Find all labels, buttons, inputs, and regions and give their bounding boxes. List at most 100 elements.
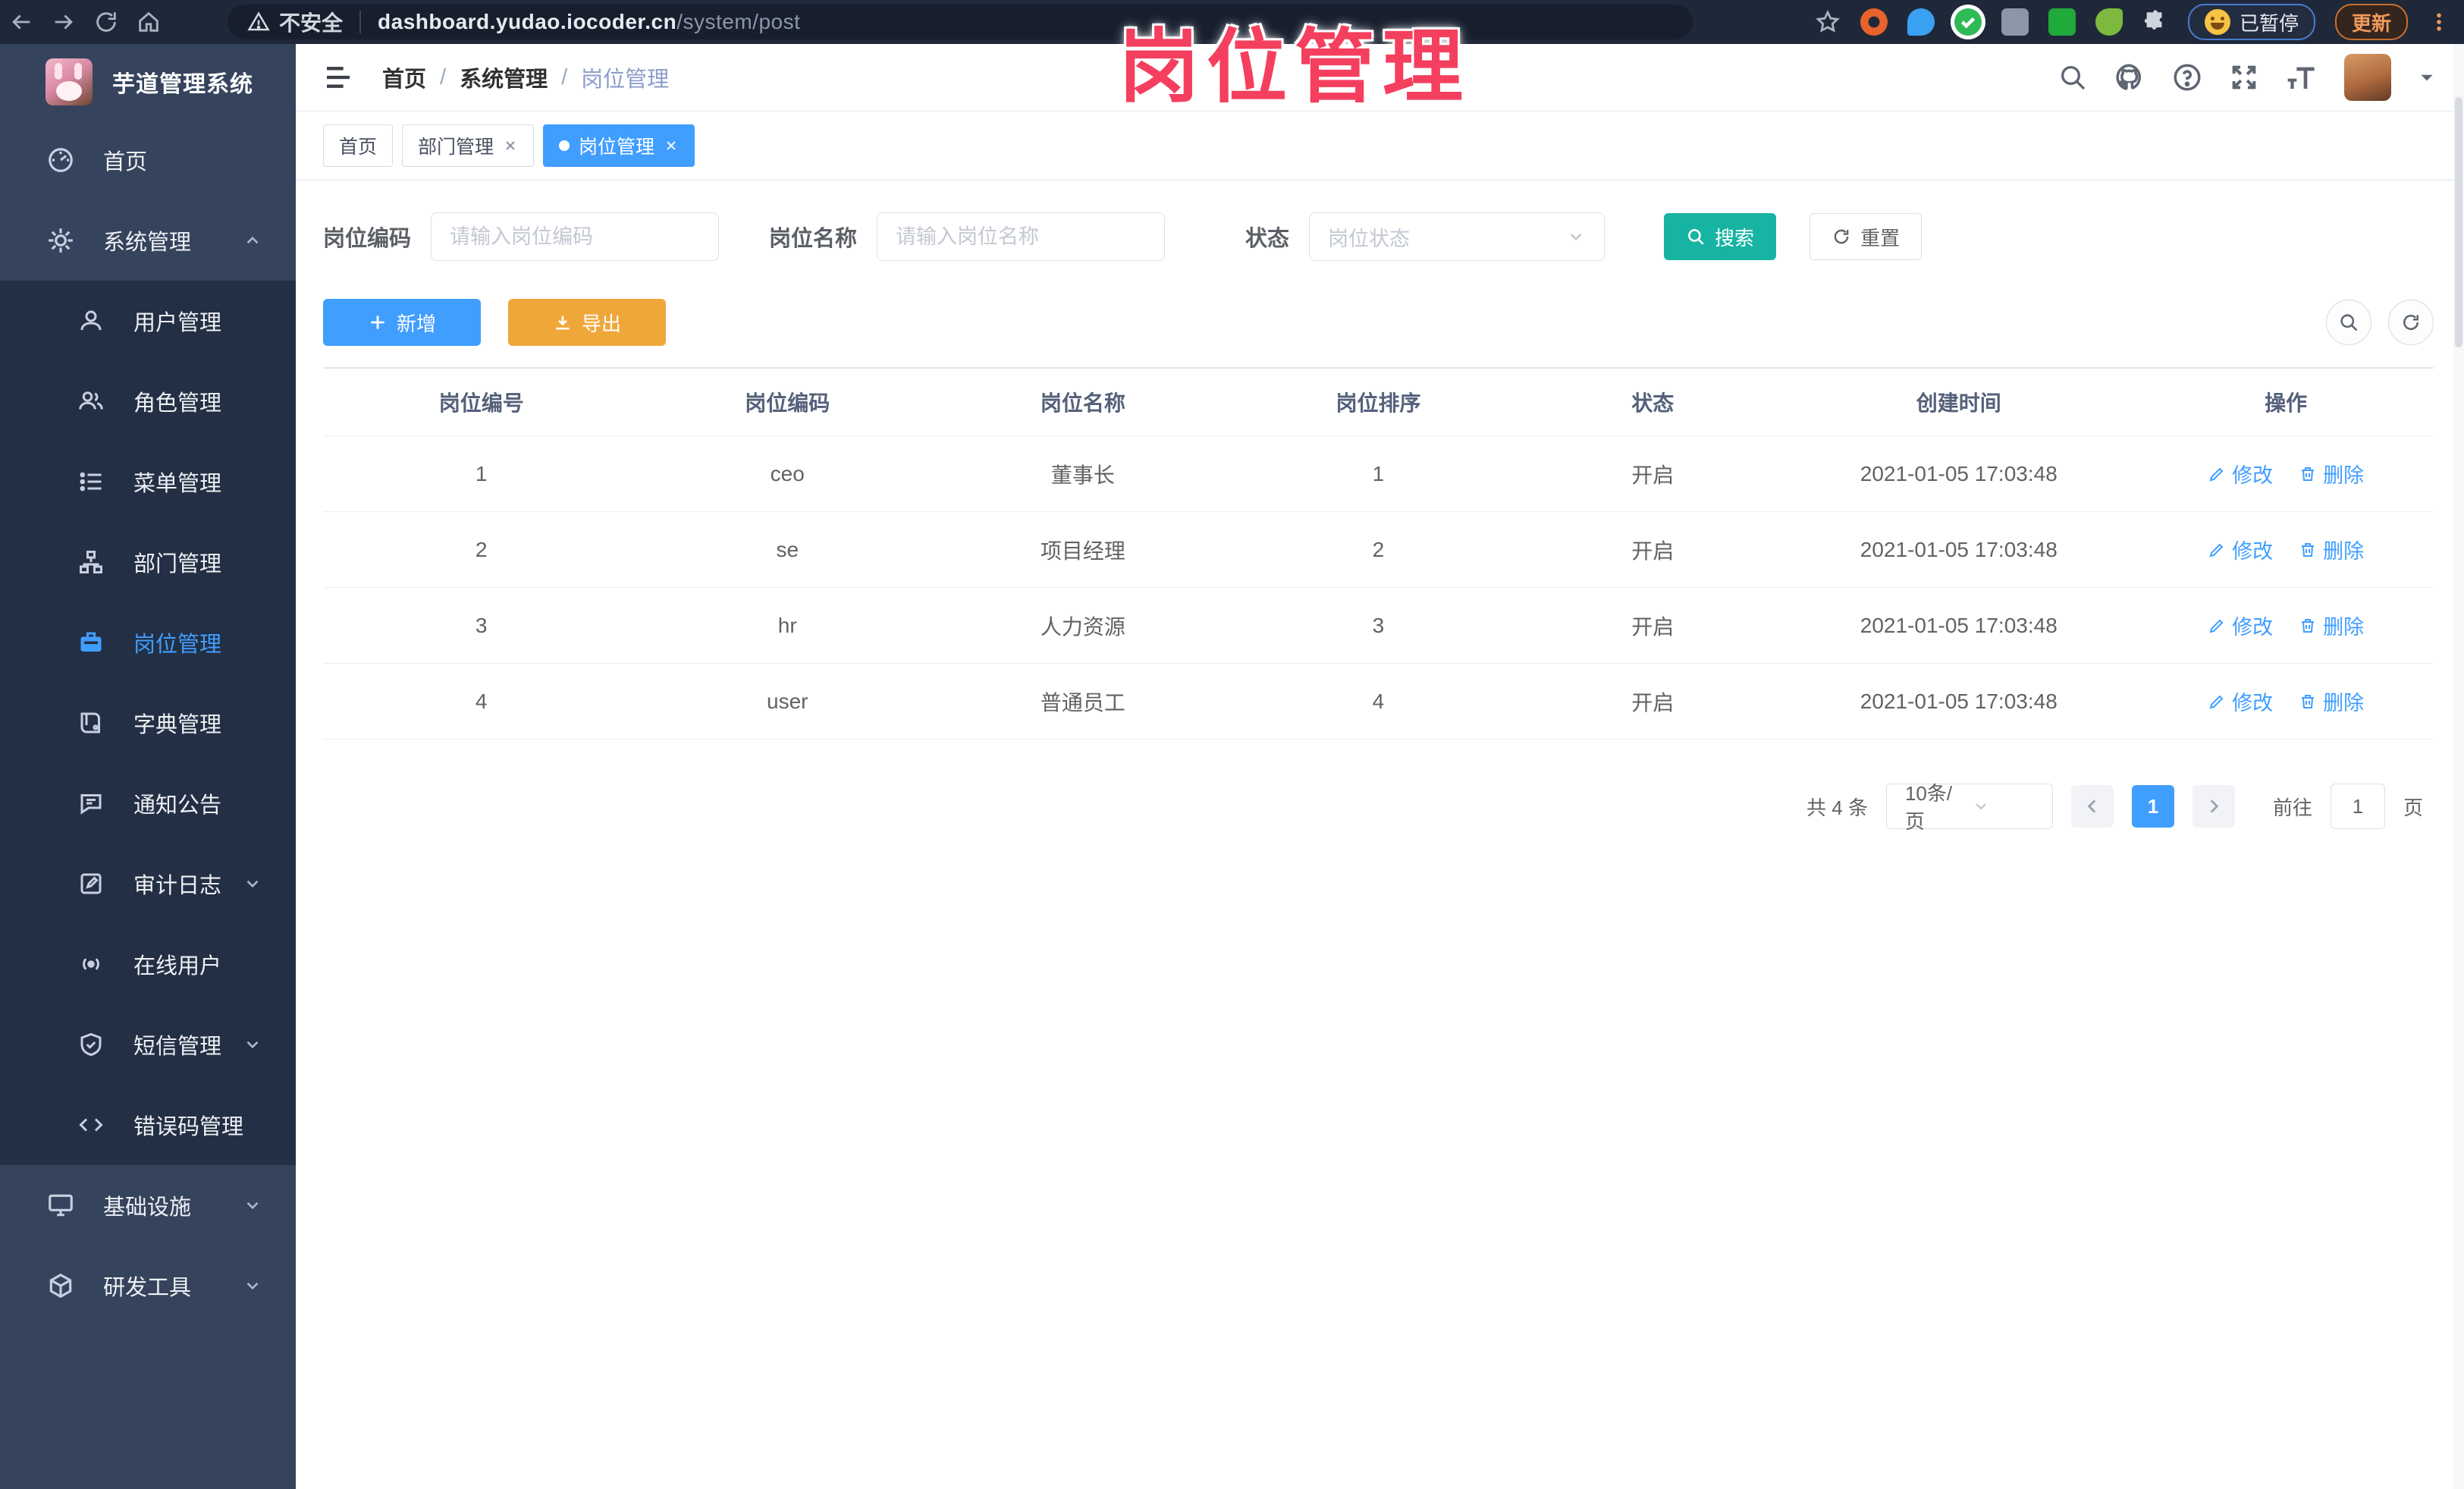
scrollbar-track[interactable] [2453, 44, 2464, 1489]
user-avatar[interactable] [2344, 54, 2391, 101]
tab-home[interactable]: 首页 [323, 124, 394, 167]
cell-code: se [639, 511, 936, 588]
sidebar-item-home[interactable]: 首页 [0, 120, 296, 200]
extension-icon-wechat[interactable] [2048, 8, 2076, 36]
extension-icon-leaf[interactable] [2095, 8, 2123, 36]
url-bar[interactable]: 不安全 dashboard.yudao.iocoder.cn/system/po… [228, 5, 1693, 39]
edit-link[interactable]: 修改 [2208, 686, 2273, 716]
cell-sort: 4 [1230, 663, 1527, 740]
extension-icon-orange[interactable] [1860, 8, 1888, 36]
sidebar-item-label: 首页 [103, 150, 148, 174]
post-code-input[interactable] [431, 212, 720, 261]
browser-update-button[interactable]: 更新 [2334, 4, 2408, 40]
tab-departments[interactable]: 部门管理 [402, 124, 535, 167]
github-icon[interactable] [2114, 61, 2145, 93]
page-size-select[interactable]: 10条/页 [1885, 782, 2053, 833]
add-button-label: 新增 [396, 312, 436, 335]
goto-page-input[interactable] [2330, 784, 2385, 829]
page-size-value: 10条/页 [1904, 782, 1953, 833]
cell-actions: 修改 删除 [2138, 587, 2434, 664]
monitor-icon [44, 1189, 77, 1222]
sidebar-item-infrastructure[interactable]: 基础设施 [0, 1165, 296, 1246]
toggle-search-button[interactable] [2326, 300, 2371, 345]
col-header-id: 岗位编号 [323, 367, 640, 436]
sidebar-item-system[interactable]: 系统管理 [0, 200, 296, 281]
sidebar-item-roles[interactable]: 角色管理 [0, 361, 296, 441]
sidebar-item-posts[interactable]: 岗位管理 [0, 602, 296, 683]
browser-reload-icon[interactable] [85, 1, 127, 43]
omnibox-divider [359, 11, 362, 33]
page-content: 岗位编码 岗位名称 状态 岗位状态 [296, 181, 2464, 1489]
breadcrumb-home[interactable]: 首页 [382, 61, 426, 93]
table-row[interactable]: 4 user 普通员工 4 开启 2021-01-05 17:03:48 修改删… [323, 663, 2434, 740]
extension-icon-blue-pin[interactable] [1907, 8, 1935, 36]
sidebar-item-dictionary[interactable]: 字典管理 [0, 683, 296, 763]
breadcrumb-system[interactable]: 系统管理 [460, 61, 548, 93]
close-icon[interactable] [664, 138, 679, 153]
table-row[interactable]: 1 ceo 董事长 1 开启 2021-01-05 17:03:48 修改 删除 [323, 435, 2434, 512]
sidebar-item-users[interactable]: 用户管理 [0, 281, 296, 361]
browser-menu-kebab-icon[interactable] [2428, 11, 2450, 33]
delete-link[interactable]: 删除 [2299, 535, 2364, 564]
chevron-down-icon [243, 1195, 262, 1215]
sidebar-item-online-users[interactable]: 在线用户 [0, 924, 296, 1004]
pencil-icon [2209, 543, 2224, 557]
trash-icon [2302, 466, 2315, 481]
col-header-created: 创建时间 [1779, 367, 2139, 436]
refresh-table-button[interactable] [2388, 300, 2434, 345]
scrollbar-thumb[interactable] [2455, 97, 2462, 347]
browser-back-icon[interactable] [0, 1, 42, 43]
sidebar-item-audit-logs[interactable]: 审计日志 [0, 843, 296, 924]
reset-button[interactable]: 重置 [1810, 213, 1923, 260]
help-icon[interactable] [2171, 61, 2203, 93]
sidebar-item-notices[interactable]: 通知公告 [0, 763, 296, 843]
sidebar-item-error-codes[interactable]: 错误码管理 [0, 1085, 296, 1165]
cell-sort: 1 [1230, 435, 1527, 512]
table-row[interactable]: 2 se 项目经理 2 开启 2021-01-05 17:03:48 修改 删除 [323, 511, 2434, 588]
font-size-icon[interactable] [2285, 62, 2318, 93]
edit-link[interactable]: 修改 [2208, 535, 2273, 564]
edit-link[interactable]: 修改 [2208, 459, 2273, 488]
extension-icon-green-check[interactable] [1954, 8, 1982, 36]
chevron-right-icon [2210, 799, 2219, 813]
extension-icon-grid[interactable] [2001, 8, 2029, 36]
delete-link[interactable]: 删除 [2299, 611, 2364, 640]
profile-paused-badge[interactable]: 已暂停 [2187, 4, 2315, 40]
close-icon[interactable] [503, 138, 518, 153]
sidebar-item-sms[interactable]: 短信管理 [0, 1004, 296, 1085]
table-toolbar: 新增 导出 [323, 299, 2434, 346]
sidebar-item-dev-tools[interactable]: 研发工具 [0, 1246, 296, 1326]
tab-label: 岗位管理 [579, 137, 655, 158]
extensions-puzzle-icon[interactable] [2142, 9, 2168, 35]
export-button[interactable]: 导出 [508, 299, 666, 346]
search-button[interactable]: 搜索 [1664, 213, 1777, 260]
hamburger-icon[interactable] [323, 62, 353, 93]
fullscreen-icon[interactable] [2229, 62, 2259, 93]
add-button[interactable]: 新增 [323, 299, 481, 346]
sidebar-item-menus[interactable]: 菜单管理 [0, 441, 296, 522]
table-row[interactable]: 3 hr 人力资源 3 开启 2021-01-05 17:03:48 修改 删除 [323, 587, 2434, 664]
delete-link[interactable]: 删除 [2299, 459, 2364, 488]
cell-status: 开启 [1526, 587, 1780, 664]
tab-posts[interactable]: 岗位管理 [543, 124, 695, 167]
breadcrumb-separator: / [440, 64, 447, 90]
browser-forward-icon[interactable] [42, 1, 85, 43]
chevron-down-icon [1972, 797, 2039, 815]
post-name-input[interactable] [877, 212, 1166, 261]
cell-name: 项目经理 [935, 511, 1231, 588]
app-logo-row[interactable]: 芋道管理系统 [0, 44, 296, 120]
browser-home-icon[interactable] [127, 1, 170, 43]
page-number-current[interactable]: 1 [2131, 785, 2174, 828]
caret-down-icon[interactable] [2417, 68, 2437, 87]
cell-sort: 2 [1230, 511, 1527, 588]
next-page-button[interactable] [2192, 785, 2235, 828]
search-icon [2340, 314, 2358, 331]
security-chip[interactable]: 不安全 [247, 7, 343, 37]
edit-link[interactable]: 修改 [2208, 611, 2273, 640]
status-select[interactable]: 岗位状态 [1309, 212, 1606, 261]
search-icon[interactable] [2058, 62, 2088, 93]
sidebar-item-departments[interactable]: 部门管理 [0, 522, 296, 602]
delete-link[interactable]: 删除 [2299, 686, 2364, 716]
prev-page-button[interactable] [2070, 785, 2114, 828]
bookmark-star-icon[interactable] [1815, 9, 1841, 35]
